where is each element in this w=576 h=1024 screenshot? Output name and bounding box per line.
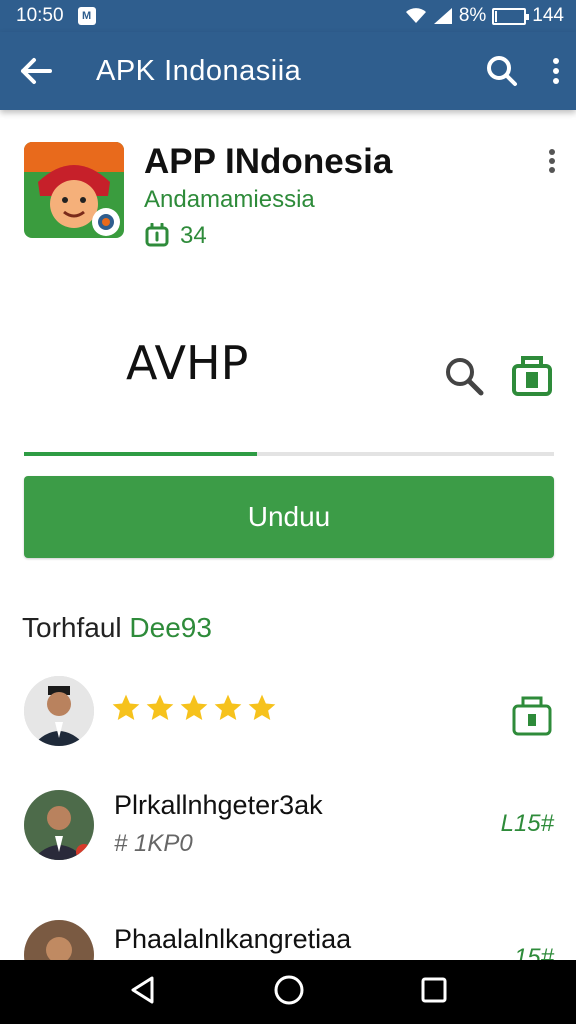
arrow-left-icon xyxy=(21,58,52,84)
app-logo-icon xyxy=(24,142,124,238)
nav-recents-button[interactable] xyxy=(420,976,448,1009)
battery-percent: 8% xyxy=(458,5,487,26)
section-title: Torhfaul Dee93 xyxy=(22,612,212,644)
nav-back-button[interactable] xyxy=(128,975,158,1010)
signal-icon xyxy=(433,8,452,24)
star-icon xyxy=(214,694,242,720)
download-progress-fill xyxy=(24,452,258,456)
star-icon xyxy=(146,694,174,720)
more-vertical-icon xyxy=(549,149,555,173)
section-title-prefix: Torhfaul xyxy=(22,612,122,643)
square-recents-icon xyxy=(421,977,447,1002)
status-bar: 10:50 M 8% 144 xyxy=(0,0,576,32)
wifi-icon xyxy=(405,8,426,23)
notification-icon: M xyxy=(77,7,96,25)
app-tagline: AVHP xyxy=(126,336,249,390)
app-bar: APK Indonasiia xyxy=(0,32,576,110)
search-button[interactable] xyxy=(486,55,518,87)
more-options-button[interactable] xyxy=(552,57,560,85)
list-item[interactable]: Plrkallnhgeter3ak # 1KP0 L15# xyxy=(24,790,564,864)
row-action[interactable] xyxy=(510,694,554,743)
status-left: 10:50 M xyxy=(16,5,96,27)
circle-home-icon xyxy=(274,975,304,1004)
battery-fill xyxy=(495,10,498,22)
download-progress xyxy=(24,452,554,456)
android-bag-icon xyxy=(512,696,552,736)
app-overflow-button[interactable] xyxy=(548,148,556,179)
app-screen: 10:50 M 8% 144 APK Indonasiia APP INdone… xyxy=(0,0,576,1024)
star-icon xyxy=(112,694,140,720)
search-icon xyxy=(487,56,517,86)
download-count-icon xyxy=(145,223,169,247)
status-number: 144 xyxy=(532,5,564,26)
install-icon-button[interactable] xyxy=(510,354,554,401)
star-icon xyxy=(248,694,276,720)
back-button[interactable] xyxy=(20,57,52,85)
status-right: 8% 144 xyxy=(405,5,564,27)
search-in-app-button[interactable] xyxy=(444,356,484,401)
star-rating xyxy=(110,692,278,724)
status-time: 10:50 xyxy=(16,5,64,26)
avatar xyxy=(24,790,94,860)
download-button[interactable]: Unduu xyxy=(24,476,554,558)
app-header: APP INdonesia Andamamiessia 34 xyxy=(24,142,564,249)
row-title: Phaalalnlkangretiaa xyxy=(114,924,352,954)
app-developer[interactable]: Andamamiessia xyxy=(144,186,315,214)
list-item[interactable] xyxy=(24,676,564,750)
system-nav-bar xyxy=(0,960,576,1024)
app-meta-value: 34 xyxy=(180,222,207,249)
app-bar-title: APK Indonasiia xyxy=(96,54,302,87)
battery-icon xyxy=(492,7,530,25)
avatar-image xyxy=(24,790,94,860)
avatar-image xyxy=(24,676,94,746)
more-vertical-icon xyxy=(553,58,559,84)
row-title: Plrkallnhgeter3ak xyxy=(114,790,323,820)
triangle-back-icon xyxy=(131,976,154,1003)
app-logo xyxy=(24,142,124,238)
star-icon xyxy=(180,694,208,720)
app-bar-actions xyxy=(486,55,560,87)
row-value: L15# xyxy=(500,810,554,837)
section-title-accent: Dee93 xyxy=(129,612,212,643)
app-title: APP INdonesia xyxy=(144,142,393,181)
nav-home-button[interactable] xyxy=(273,974,305,1011)
avatar xyxy=(24,676,94,746)
search-icon xyxy=(446,358,484,396)
row-subtitle: # 1KP0 xyxy=(114,830,193,857)
android-bag-icon xyxy=(512,356,552,396)
app-meta: 34 xyxy=(144,222,207,250)
